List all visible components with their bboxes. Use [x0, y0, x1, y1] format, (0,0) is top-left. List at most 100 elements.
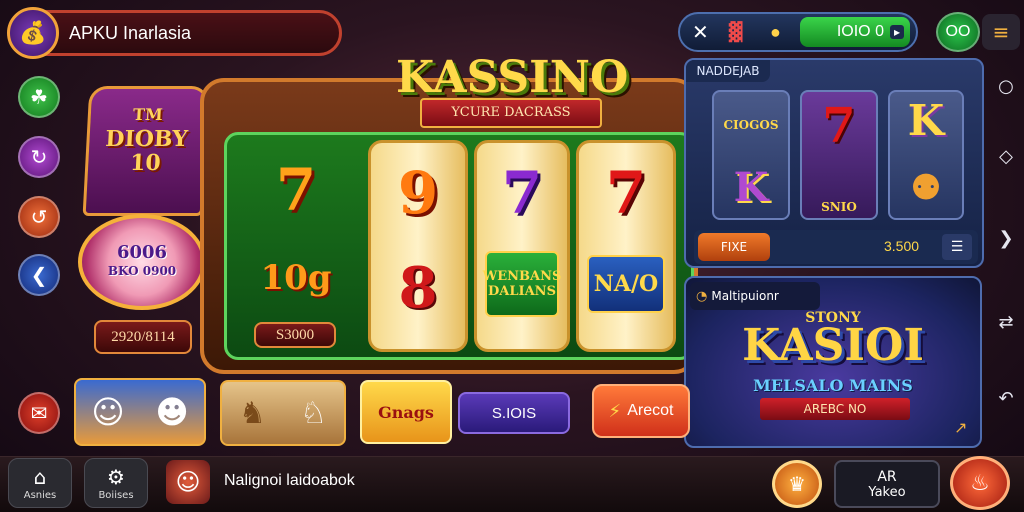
spin-icon: ↺ — [30, 205, 48, 229]
nav-home-button[interactable]: ⌂ Asnies — [8, 458, 72, 508]
level-value: OO — [945, 23, 971, 40]
character-clown-icon: ☻ — [155, 393, 189, 431]
nav-treasure-button[interactable]: ♨ — [950, 456, 1010, 510]
stats-icon[interactable]: ▓ — [729, 22, 743, 43]
nav-crown-button[interactable]: ♛ — [772, 460, 822, 508]
reel-4-tile-text: NA/O — [593, 271, 659, 297]
mini-game-panel: NADDEJAB CIOGOS K 7 SNIO K ⚉ FIXE 3.500 … — [684, 58, 984, 268]
leaf-icon: ☘ — [30, 85, 48, 109]
gift-button[interactable]: ✉ — [18, 392, 60, 434]
grid-cell-2[interactable]: 7 SNIO — [800, 90, 878, 220]
edge-chevron-right-icon[interactable]: ❯ — [994, 228, 1018, 249]
reel-3-tile: WENBANS DALIANS — [482, 251, 562, 317]
player-avatar-icon: ☺ — [175, 468, 201, 496]
close-icon[interactable]: ✕ — [692, 20, 709, 44]
character-card-2[interactable]: ♞ ♘ — [220, 380, 346, 446]
brand-name: APKU Inarlasia — [69, 22, 192, 43]
menu-icon: ≡ — [992, 20, 1010, 44]
nav-info-line1: AR — [877, 468, 897, 485]
character-card-1[interactable]: ☺ ☻ — [74, 378, 206, 446]
bet-adjust-button[interactable]: ☰ — [942, 234, 972, 260]
robot-icon: ⚉ — [910, 168, 942, 208]
crown-icon: ♛ — [788, 472, 806, 496]
reel-3-top-symbol: 7 — [501, 159, 543, 227]
top-status-bar: ✕ ▓ ● IOIO 0 ▸ — [678, 12, 918, 52]
action-button-label: Arecot — [627, 402, 674, 419]
player-avatar[interactable]: ☺ — [166, 460, 210, 504]
reel-1-middle-symbol: 10g — [260, 258, 332, 298]
promo-expand-icon[interactable]: ↗ — [954, 418, 967, 437]
reel-1: 7 10g S3000 — [232, 140, 360, 348]
prize-wheel[interactable]: 6006 BKO 0900 — [78, 214, 206, 310]
wheel-value: 6006 — [116, 242, 168, 263]
nav-info-line2: Yakeo — [868, 484, 906, 500]
gear-icon: ⚙ — [107, 464, 125, 489]
coin-icon: ● — [770, 21, 781, 42]
action-button[interactable]: ⚡ Arecot — [592, 384, 690, 438]
lamp-icon: ♨ — [970, 470, 990, 496]
blue-back-button[interactable]: ❮ — [18, 254, 60, 296]
nav-settings-label: Boiises — [98, 489, 134, 501]
arrow-left-icon: ❮ — [30, 263, 48, 287]
promo-heading-bar: ◔ Maltipuionr — [690, 282, 820, 310]
promo-logo-sub: MELSALO MAINS — [753, 376, 913, 395]
jackpot-plate: 2920/8114 — [94, 320, 192, 354]
bonus-card-label: Gnags — [378, 402, 434, 422]
reel-1-bottom-label: S3000 — [275, 326, 315, 343]
refresh-icon: ↻ — [30, 145, 48, 169]
grid-cell-2-lower: SNIO — [821, 200, 857, 214]
edge-undo-icon[interactable]: ↶ — [994, 388, 1018, 409]
cabinet-sign-number: 10 — [129, 150, 162, 176]
camel-icon: ♞ — [239, 395, 266, 431]
nav-info-box[interactable]: AR Yakeo — [834, 460, 940, 508]
bet-button[interactable]: FIXE — [698, 233, 770, 261]
wheel-sub: BKO 0900 — [107, 264, 177, 278]
bonus-card[interactable]: Gnags — [360, 380, 452, 444]
green-leaf-button[interactable]: ☘ — [18, 76, 60, 118]
nav-home-label: Asnies — [23, 489, 57, 501]
level-badge[interactable]: OO — [936, 12, 980, 52]
dog-icon: ♘ — [300, 395, 327, 431]
reel-2: 9 8 — [368, 140, 468, 352]
cabinet-sign-title: DIOBY — [104, 126, 189, 152]
cabinet-sign: TM DIOBY 10 — [88, 103, 206, 176]
balance-chip[interactable]: ● IOIO 0 ▸ — [770, 17, 910, 47]
wheel-text: 6006 BKO 0900 — [108, 244, 176, 280]
brand-pill[interactable]: 💰 APKU Inarlasia — [7, 7, 342, 59]
bet-value: 3.500 — [884, 238, 920, 254]
edge-circle-icon[interactable]: ○ — [994, 76, 1018, 97]
jackpot-plate-value: 2920/8114 — [111, 328, 175, 345]
bet-label: FIXE — [720, 240, 748, 254]
add-coins-icon[interactable]: ▸ — [889, 25, 904, 39]
reel-1-bottom-plate: S3000 — [254, 322, 336, 348]
bet-row: FIXE 3.500 ☰ — [694, 230, 978, 264]
grid-cell-3[interactable]: K ⚉ — [888, 90, 964, 220]
stake-button[interactable]: S.IOIS — [458, 392, 570, 434]
player-caption: Nalignoi laidoabok — [224, 472, 355, 489]
reel-2-middle-symbol: 8 — [398, 255, 438, 321]
grid-cell-1[interactable]: CIOGOS K — [712, 90, 790, 220]
promo-panel[interactable]: ◔ Maltipuionr STONY KASIOI MELSALO MAINS… — [684, 276, 982, 448]
balance-value: IOIO 0 — [836, 23, 884, 40]
panel-heading: NADDEJAB — [686, 60, 770, 82]
promo-logo-ribbon: AREBC NO — [760, 398, 910, 420]
bonus-cabinet[interactable]: TM DIOBY 10 — [82, 86, 210, 216]
nav-settings-button[interactable]: ⚙ Boiises — [84, 458, 148, 508]
home-icon: ⌂ — [33, 464, 47, 489]
purple-refresh-button[interactable]: ↻ — [18, 136, 60, 178]
grid-cell-1-lower: K — [733, 164, 769, 211]
gift-icon: ✉ — [30, 401, 48, 425]
edge-swap-icon[interactable]: ⇄ — [994, 312, 1018, 333]
reel-4-tile: NA/O — [587, 255, 665, 313]
treasure-icon: 💰 — [19, 20, 47, 46]
reel-3-tile-text: WENBANS DALIANS — [482, 269, 562, 299]
stake-value: S.IOIS — [491, 404, 537, 422]
grid-cell-1-label: CIOGOS — [723, 118, 779, 132]
menu-button[interactable]: ≡ — [982, 14, 1020, 50]
orange-spin-button[interactable]: ↺ — [18, 196, 60, 238]
cabinet-sign-top: TM — [132, 105, 164, 124]
character-boy-icon: ☺ — [91, 393, 125, 431]
brand-avatar[interactable]: 💰 — [7, 7, 59, 59]
promo-clock-icon: ◔ — [696, 288, 708, 304]
edge-diamond-icon[interactable]: ◇ — [994, 146, 1018, 167]
